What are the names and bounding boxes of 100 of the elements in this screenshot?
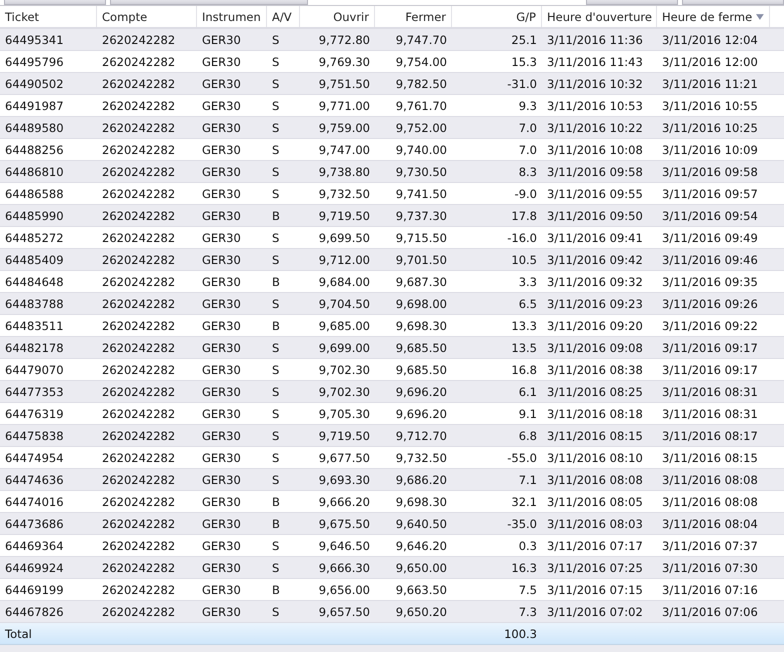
table-cell-text: GER30 [201,516,242,532]
tab-edge[interactable] [4,0,106,5]
table-cell-text: 64473686 [4,516,65,532]
table-cell-text: 2620242282 [101,32,176,48]
tab-edge[interactable] [586,0,678,5]
table-cell-text: 6.8 [518,428,538,444]
table-cell-text: 3/11/2016 08:25 [546,384,644,400]
table-cell-text: 2620242282 [101,274,176,290]
table-cell-text: 3/11/2016 07:15 [546,582,644,598]
table-cell-text: B [271,494,281,510]
table-cell-text: 64482178 [4,340,65,356]
table-cell-text: 9.1 [518,406,538,422]
table-cell-text: 7.1 [518,472,538,488]
table-cell-text: 3/11/2016 09:50 [546,208,644,224]
table-cell-text: 3/11/2016 09:49 [661,230,759,246]
column-header[interactable]: Heure de ferme [657,6,770,27]
table-cell-text: S [271,604,280,620]
column-header[interactable]: Fermer [375,6,452,27]
table-row[interactable]: 64483511 2620242282 GER30 B 9,685.00 9,698.30 13.3 3/11/2016 09:20 3/11/2016 09:22 [0,315,784,337]
column-header[interactable]: G/P [452,6,542,27]
table-row[interactable]: 64485272 2620242282 GER30 S 9,699.50 9,715.50 -16.0 3/11/2016 09:41 3/11/2016 09:49 [0,227,784,249]
table-cell-text: -9.0 [514,186,538,202]
table-cell-text: 3/11/2016 07:02 [546,604,644,620]
table-cell-text: B [271,318,281,334]
table-cell-text: 64474636 [4,472,65,488]
table-cell-text: 64491987 [4,98,65,114]
table-cell-text: 3/11/2016 10:53 [546,98,644,114]
table-cell-text: 9,747.00 [318,142,371,158]
table-row[interactable]: 64469199 2620242282 GER30 B 9,656.00 9,663.50 7.5 3/11/2016 07:15 3/11/2016 07:16 [0,579,784,601]
table-cell-text: S [271,32,280,48]
table-cell-text: 3/11/2016 09:58 [546,164,644,180]
table-cell-text: 9,696.20 [394,406,448,422]
table-cell-text: 9,715.50 [394,230,448,246]
table-cell-text: 2620242282 [101,318,176,334]
tab-edge[interactable] [682,0,784,5]
table-row[interactable]: 64476319 2620242282 GER30 S 9,705.30 9,696.20 9.1 3/11/2016 08:18 3/11/2016 08:31 [0,403,784,425]
table-cell-text: 13.3 [510,318,538,334]
table-cell-text: 3/11/2016 09:41 [546,230,644,246]
table-cell-text: 3/11/2016 09:55 [546,186,644,202]
table-cell-text: 9,698.30 [394,494,448,510]
table-cell-text: 3/11/2016 09:46 [661,252,759,268]
table-cell-text: 9,769.30 [318,54,371,70]
table-cell-text: GER30 [201,318,242,334]
table-row[interactable]: 64469364 2620242282 GER30 S 9,646.50 9,646.20 0.3 3/11/2016 07:17 3/11/2016 07:37 [0,535,784,557]
table-cell-text: S [271,164,280,180]
table-row[interactable]: 64474016 2620242282 GER30 B 9,666.20 9,698.30 32.1 3/11/2016 08:05 3/11/2016 08:08 [0,491,784,513]
table-cell-text: GER30 [201,164,242,180]
table-cell-text: GER30 [201,274,242,290]
table-row[interactable]: 64486588 2620242282 GER30 S 9,732.50 9,741.50 -9.0 3/11/2016 09:55 3/11/2016 09:57 [0,183,784,205]
table-row[interactable]: 64479070 2620242282 GER30 S 9,702.30 9,685.50 16.8 3/11/2016 08:38 3/11/2016 09:17 [0,359,784,381]
column-header[interactable]: Ouvrir [300,6,375,27]
table-cell-text: B [271,274,281,290]
table-cell-text: S [271,384,280,400]
table-row[interactable]: 64488256 2620242282 GER30 S 9,747.00 9,740.00 7.0 3/11/2016 10:08 3/11/2016 10:09 [0,139,784,161]
table-cell-text: 3.3 [518,274,538,290]
table-cell-text: 64485272 [4,230,65,246]
tab-edge[interactable] [110,0,308,5]
table-cell-text: 9,640.50 [394,516,448,532]
table-cell-text: 3/11/2016 08:18 [546,406,644,422]
table-cell-text: S [271,54,280,70]
table-cell-text: 9,738.80 [318,164,371,180]
table-cell-text: 9,741.50 [394,186,448,202]
table-cell-text: 64474954 [4,450,65,466]
table-cell-text: -31.0 [506,76,538,92]
table-cell-text: GER30 [201,582,242,598]
table-cell-text: 64488256 [4,142,65,158]
table-cell-text: 3/11/2016 07:16 [661,582,759,598]
table-cell-text: 3/11/2016 07:37 [661,538,759,554]
table-cell-text: 9,782.50 [394,76,448,92]
table-cell-text: 9,686.20 [394,472,448,488]
table-cell-text: 7.3 [518,604,538,620]
table-cell-text: 3/11/2016 08:10 [546,450,644,466]
table-cell-text: 3/11/2016 09:58 [661,164,759,180]
table-cell-text: GER30 [201,76,242,92]
table-row[interactable]: 64484648 2620242282 GER30 B 9,684.00 9,687.30 3.3 3/11/2016 09:32 3/11/2016 09:35 [0,271,784,293]
table-cell-text: 64486588 [4,186,65,202]
table-cell-text: 3/11/2016 09:32 [546,274,644,290]
table-cell-text: GER30 [201,538,242,554]
column-header[interactable]: Compte [97,6,197,27]
table-cell-text: 3/11/2016 10:55 [661,98,759,114]
table-cell-text: 0.3 [518,538,538,554]
table-cell-text: 9,699.50 [318,230,371,246]
table-row[interactable]: 64495796 2620242282 GER30 S 9,769.30 9,754.00 15.3 3/11/2016 11:43 3/11/2016 12:00 [0,51,784,73]
table-row[interactable]: 64474954 2620242282 GER30 S 9,677.50 9,732.50 -55.0 3/11/2016 08:10 3/11/2016 08:15 [0,447,784,469]
table-cell-text: 9,687.30 [394,274,448,290]
table-cell-text: 17.8 [510,208,538,224]
column-header[interactable]: Instrumen [197,6,267,27]
table-cell-text: GER30 [201,32,242,48]
table-cell-text: GER30 [201,142,242,158]
table-cell-text: 9,684.00 [318,274,371,290]
table-cell-text: 9,650.20 [394,604,448,620]
column-header[interactable]: Ticket [0,6,97,27]
column-header[interactable]: Heure d'ouverture [542,6,657,27]
table-cell-text: 16.8 [510,362,538,378]
table-cell-text: 64467826 [4,604,65,620]
table-cell-text: 64469199 [4,582,65,598]
table-cell-text: GER30 [201,296,242,312]
column-header[interactable]: A/V [267,6,300,27]
table-cell-text: 9,759.00 [318,120,371,136]
table-row[interactable]: 64491987 2620242282 GER30 S 9,771.00 9,761.70 9.3 3/11/2016 10:53 3/11/2016 10:55 [0,95,784,117]
